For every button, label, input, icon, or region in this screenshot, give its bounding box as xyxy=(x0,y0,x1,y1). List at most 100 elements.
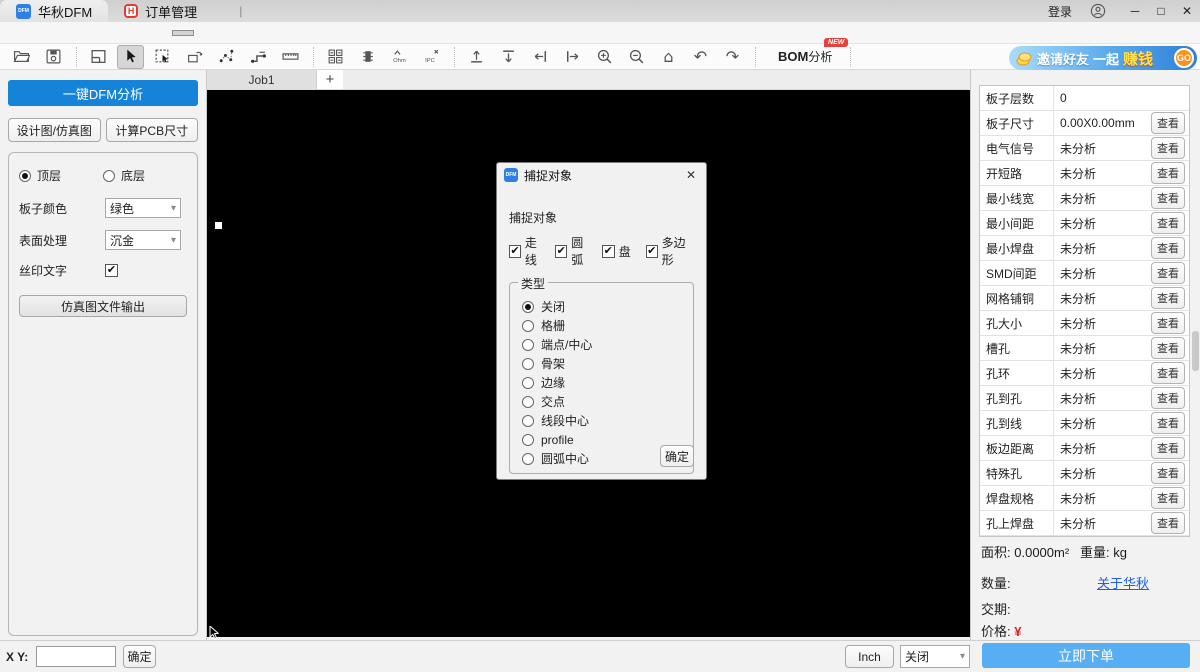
snap-type-radio[interactable]: 端点/中心 xyxy=(518,335,685,354)
inch-toggle-button[interactable]: Inch xyxy=(845,645,894,668)
radio-label: 底层 xyxy=(121,167,145,184)
menu-item[interactable] xyxy=(220,30,242,36)
open-file-button[interactable] xyxy=(8,45,35,69)
view-button[interactable]: 查看 xyxy=(1151,112,1185,134)
component-button[interactable] xyxy=(354,45,381,69)
board-color-select[interactable]: 绿色 ▾ xyxy=(105,198,181,218)
flip-down-button[interactable] xyxy=(495,45,522,69)
view-button[interactable]: 查看 xyxy=(1151,462,1185,484)
fit-home-button[interactable]: ⌂ xyxy=(655,45,682,69)
top-layer-radio[interactable]: 顶层 xyxy=(19,167,103,184)
scrollbar-thumb[interactable] xyxy=(1192,331,1199,371)
dialog-title: 捕捉对象 xyxy=(524,167,572,184)
transform-button[interactable] xyxy=(181,45,208,69)
bom-analysis-button[interactable]: BOM分析 NEW xyxy=(768,45,842,68)
xy-input[interactable] xyxy=(36,646,116,667)
silkscreen-label: 丝印文字 xyxy=(19,262,105,279)
snap-checkbox[interactable]: ✔ 圆弧 xyxy=(555,234,592,268)
minimize-button[interactable]: ─ xyxy=(1122,0,1148,22)
menu-item[interactable] xyxy=(148,30,170,36)
titlebar: DFM 华秋DFM H 订单管理 | 登录 ─ □ ✕ xyxy=(0,0,1200,22)
tab-order-management[interactable]: H 订单管理 xyxy=(108,0,213,22)
dfm-analyze-button[interactable]: 一键DFM分析 xyxy=(8,80,198,106)
menu-item[interactable] xyxy=(172,30,194,36)
snap-type-radio[interactable]: 格栅 xyxy=(518,316,685,335)
dialog-ok-button[interactable]: 确定 xyxy=(660,445,694,467)
view-button[interactable]: 查看 xyxy=(1151,287,1185,309)
ohm-measure-button[interactable]: Ohm xyxy=(386,45,413,69)
svg-text:Ohm: Ohm xyxy=(393,58,406,64)
view-button[interactable]: 查看 xyxy=(1151,362,1185,384)
zoom-out-button[interactable] xyxy=(623,45,650,69)
dialog-titlebar[interactable]: DFM 捕捉对象 ✕ xyxy=(497,163,706,187)
view-button[interactable]: 查看 xyxy=(1151,187,1185,209)
surface-finish-label: 表面处理 xyxy=(19,232,105,249)
ohm-icon: Ohm xyxy=(391,48,408,65)
route-button[interactable] xyxy=(245,45,272,69)
menu-item[interactable] xyxy=(100,30,122,36)
view-button[interactable]: 查看 xyxy=(1151,487,1185,509)
calc-pcb-size-button[interactable]: 计算PCB尺寸 xyxy=(106,118,199,142)
maximize-button[interactable]: □ xyxy=(1148,0,1174,22)
snap-checkbox[interactable]: ✔ 走线 xyxy=(509,234,546,268)
menu-item[interactable] xyxy=(76,30,98,36)
menu-item[interactable] xyxy=(52,30,74,36)
menu-item[interactable] xyxy=(28,30,50,36)
measure-button[interactable] xyxy=(277,45,304,69)
zoom-in-button[interactable] xyxy=(591,45,618,69)
snap-type-radio[interactable]: 骨架 xyxy=(518,354,685,373)
close-button[interactable]: ✕ xyxy=(1174,0,1200,22)
view-button[interactable]: 查看 xyxy=(1151,237,1185,259)
view-button[interactable]: 查看 xyxy=(1151,512,1185,534)
view-button[interactable]: 查看 xyxy=(1151,162,1185,184)
order-now-button[interactable]: 立即下单 xyxy=(982,643,1190,668)
add-job-tab-button[interactable]: + xyxy=(317,70,343,89)
view-button[interactable]: 查看 xyxy=(1151,312,1185,334)
flip-left-button[interactable] xyxy=(527,45,554,69)
user-icon[interactable] xyxy=(1090,3,1106,19)
snap-checkbox[interactable]: ✔ 多边形 xyxy=(646,234,694,268)
view-button[interactable]: 查看 xyxy=(1151,337,1185,359)
snap-type-radio[interactable]: 线段中心 xyxy=(518,411,685,430)
about-huaqiu-link[interactable]: 关于华秋 xyxy=(1097,573,1149,592)
ipc-measure-button[interactable]: IPC xyxy=(418,45,445,69)
menu-item[interactable] xyxy=(4,30,26,36)
view-button[interactable]: 查看 xyxy=(1151,137,1185,159)
menu-item[interactable] xyxy=(196,30,218,36)
save-button[interactable] xyxy=(40,45,67,69)
snap-type-radio[interactable]: 边缘 xyxy=(518,373,685,392)
box-select-button[interactable] xyxy=(149,45,176,69)
undo-button[interactable]: ↶ xyxy=(687,45,714,69)
price-row: 价格: ¥ xyxy=(981,621,1021,640)
view-button[interactable]: 查看 xyxy=(1151,387,1185,409)
invite-friends-banner[interactable]: 邀请好友 一起 赚钱 GO xyxy=(1009,46,1197,70)
select-cursor-button[interactable] xyxy=(117,45,144,69)
net-nodes-button[interactable] xyxy=(213,45,240,69)
snap-checkbox[interactable]: ✔ 盘 xyxy=(602,234,631,268)
snap-type-radio[interactable]: 交点 xyxy=(518,392,685,411)
tab-job1[interactable]: Job1 xyxy=(207,70,317,89)
sim-output-button[interactable]: 仿真图文件输出 xyxy=(19,295,187,317)
tab-huaqiu-dfm[interactable]: DFM 华秋DFM xyxy=(0,0,108,22)
redo-button[interactable]: ↷ xyxy=(719,45,746,69)
view-button[interactable]: 查看 xyxy=(1151,212,1185,234)
xy-confirm-button[interactable]: 确定 xyxy=(123,645,156,668)
table-row: 板边距离 未分析 查看 xyxy=(980,436,1189,461)
panelize-button[interactable] xyxy=(322,45,349,69)
bottom-layer-radio[interactable]: 底层 xyxy=(103,167,187,184)
flip-up-button[interactable] xyxy=(463,45,490,69)
menu-item[interactable] xyxy=(124,30,146,36)
unit-dropdown[interactable]: 关闭 ▾ xyxy=(900,645,970,668)
silkscreen-checkbox[interactable]: ✔ xyxy=(105,264,118,277)
login-button[interactable]: 登录 xyxy=(1048,3,1072,20)
go-button[interactable]: GO xyxy=(1174,48,1194,68)
flip-right-button[interactable] xyxy=(559,45,586,69)
design-sim-button[interactable]: 设计图/仿真图 xyxy=(8,118,101,142)
view-button[interactable]: 查看 xyxy=(1151,437,1185,459)
surface-finish-select[interactable]: 沉金 ▾ xyxy=(105,230,181,250)
view-button[interactable]: 查看 xyxy=(1151,412,1185,434)
view-button[interactable]: 查看 xyxy=(1151,262,1185,284)
board-view-button[interactable] xyxy=(85,45,112,69)
dialog-close-icon[interactable]: ✕ xyxy=(683,168,699,182)
snap-type-radio[interactable]: 关闭 xyxy=(518,297,685,316)
